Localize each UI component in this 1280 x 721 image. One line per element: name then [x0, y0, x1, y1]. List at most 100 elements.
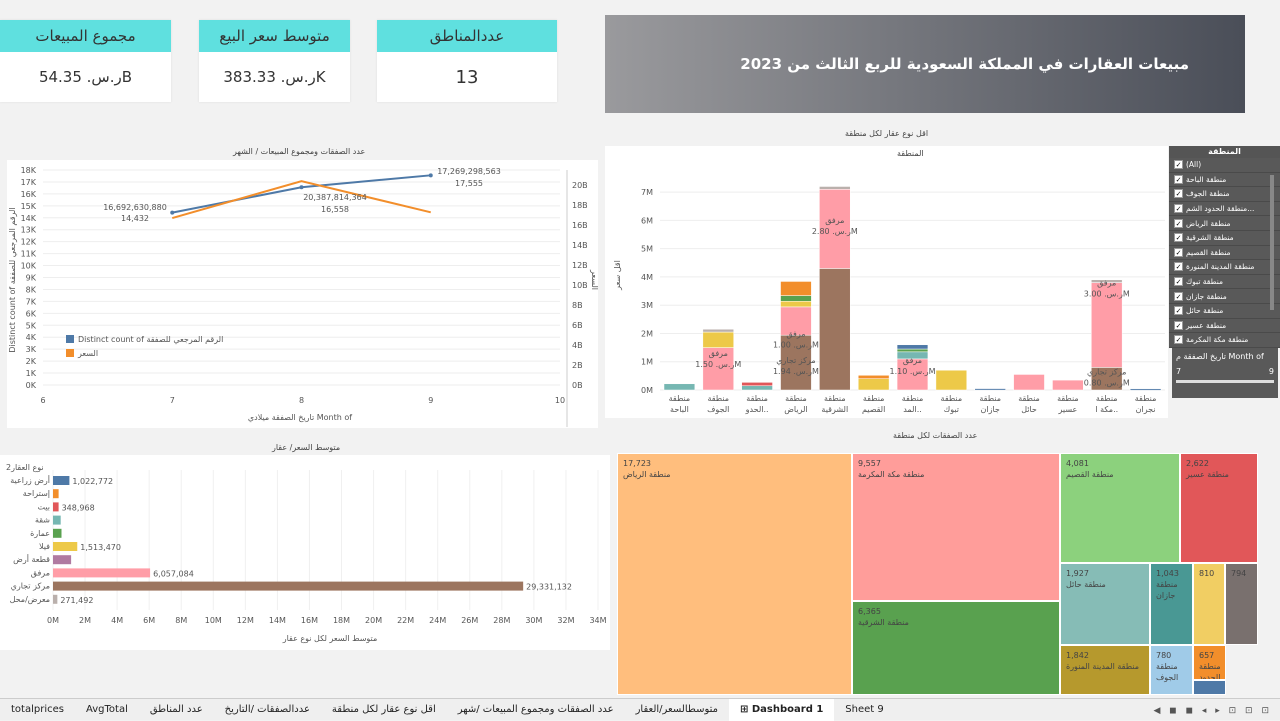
- filter-item[interactable]: ✓ منطقة الرياض: [1169, 216, 1280, 231]
- tab-nav-controls[interactable]: ◀ ◼ ◼ ◂ ▸ ⊡ ⊡ ⊡: [1153, 706, 1272, 716]
- treemap-cell[interactable]: 9,557 منطقة مكة المكرمة: [852, 453, 1060, 601]
- tab-7[interactable]: ⊞ Dashboard 1: [729, 698, 835, 721]
- x-tick-label: 16M: [301, 616, 318, 625]
- stacked-chart-outer-title: اقل نوع عقار لكل منطقة: [845, 129, 929, 138]
- kpi-region-count: عددالمناطق 13: [377, 20, 557, 102]
- tab-1[interactable]: AvgTotal: [75, 699, 139, 721]
- filter-item[interactable]: ✓ (All): [1169, 158, 1280, 173]
- filter-item[interactable]: ✓ منطقة جازان: [1169, 289, 1280, 304]
- checkbox-icon[interactable]: ✓: [1174, 291, 1183, 301]
- kpi-label: مجموع المبيعات: [0, 20, 171, 52]
- stacked-segment: [663, 383, 696, 391]
- category-label: قطعة أرض: [13, 554, 50, 564]
- filter-item-label: منطقة القصيم: [1186, 247, 1231, 257]
- region-label: مكة ا..: [1095, 405, 1118, 414]
- filter-list[interactable]: ✓ (All) ✓ منطقة الباحة ✓ منطقة الجوف ✓ منطقة ال…: [1169, 158, 1280, 348]
- filter-scrollbar[interactable]: [1270, 175, 1274, 310]
- bar-annotation-value: ر.س. 3.00M: [1084, 289, 1130, 298]
- filter-item-label: منطقة الحدود الشم...: [1186, 204, 1255, 214]
- region-label: نجران: [1136, 405, 1156, 414]
- treemap-cell[interactable]: 1,927 منطقة حائل: [1060, 563, 1150, 645]
- treemap-cell[interactable]: 657 منطقة الحدود: [1193, 645, 1226, 680]
- x-tick-label: 6M: [143, 616, 155, 625]
- filter-item[interactable]: ✓ منطقة القصيم: [1169, 245, 1280, 261]
- y-tick-label: 10K: [21, 262, 37, 271]
- checkbox-icon[interactable]: ✓: [1174, 247, 1183, 257]
- x-axis-label: متوسط السعر لكل نوع عقار: [282, 634, 378, 643]
- checkbox-icon[interactable]: ✓: [1174, 233, 1183, 243]
- checkbox-icon[interactable]: ✓: [1174, 174, 1183, 184]
- tab-6[interactable]: متوسطالسعر/العقار: [625, 699, 729, 721]
- region-treemap[interactable]: 17,723 منطقة الرياض 9,557 منطقة مكة المكرمة…: [617, 453, 1258, 695]
- filter-title: المنطقة: [1169, 146, 1280, 158]
- treemap-value: 6,365: [858, 607, 881, 616]
- filter-item-label: منطقة تبوك: [1186, 277, 1224, 287]
- treemap-value: 17,723: [623, 459, 651, 468]
- treemap-value: 1,927: [1066, 569, 1089, 578]
- data-label: 14,432: [121, 214, 149, 223]
- y2-tick-label: 10B: [572, 281, 588, 290]
- treemap-cell[interactable]: 1,842 منطقة المدينة المنورة: [1060, 645, 1150, 695]
- line-chart-title: عدد الصفقات ومجموع المبيعات / الشهر: [233, 147, 366, 156]
- treemap-cell[interactable]: [1193, 680, 1226, 695]
- date-filter[interactable]: تاريخ الصفقة م Month of 7 9: [1172, 348, 1278, 398]
- region-filter[interactable]: المنطقة ✓ (All) ✓ منطقة الباحة ✓ منطقة الجوف ✓…: [1169, 146, 1280, 348]
- bar-annotation-value: ر.س. 0.80M: [1084, 378, 1130, 387]
- tab-0[interactable]: totalprices: [0, 699, 75, 721]
- filter-item[interactable]: ✓ منطقة المدينة المنورة: [1169, 260, 1280, 275]
- checkbox-icon[interactable]: ✓: [1174, 306, 1183, 316]
- tab-5[interactable]: عدد الصفقات ومجموع المبيعات /شهر: [447, 699, 625, 721]
- treemap-cell[interactable]: 794: [1225, 563, 1258, 645]
- kpi-value: ر.س. 54.35B: [38, 68, 133, 86]
- tab-3[interactable]: عددالصفقات /التاريخ: [214, 699, 321, 721]
- y-tick-label: 8K: [26, 285, 37, 294]
- category-label: مرفق: [31, 568, 50, 577]
- filter-item[interactable]: ✓ منطقة الباحة: [1169, 172, 1280, 188]
- treemap-cell[interactable]: 4,081 منطقة القصيم: [1060, 453, 1180, 563]
- region-label: عسير: [1058, 405, 1078, 414]
- checkbox-icon[interactable]: ✓: [1174, 277, 1183, 287]
- filter-item[interactable]: ✓ منطقة مكة المكرمة: [1169, 333, 1280, 348]
- treemap-value: 1,043: [1156, 569, 1179, 578]
- treemap-cell[interactable]: 810: [1193, 563, 1225, 645]
- bar: [53, 476, 70, 485]
- bar-annotation: مرفق: [709, 349, 728, 358]
- treemap-cell[interactable]: 6,365 منطقة الشرقية: [852, 601, 1060, 695]
- line-chart[interactable]: 18K 17K 16K 15K 14K 13K 12K 11K 10K 9K 8K 7K 6K 5K 4K 3…: [0, 160, 600, 430]
- checkbox-icon[interactable]: ✓: [1174, 218, 1183, 228]
- checkbox-icon[interactable]: ✓: [1174, 160, 1183, 170]
- filter-item[interactable]: ✓ منطقة الجوف: [1169, 187, 1280, 202]
- filter-item-label: منطقة جازان: [1186, 291, 1227, 301]
- x-tick-label: 26M: [461, 616, 478, 625]
- filter-item-label: منطقة مكة المكرمة: [1186, 335, 1249, 345]
- checkbox-icon[interactable]: ✓: [1174, 320, 1183, 330]
- treemap-cell[interactable]: 780 منطقة الجوف: [1150, 645, 1193, 695]
- filter-item-label: منطقة المدينة المنورة: [1186, 262, 1255, 272]
- filter-item[interactable]: ✓ منطقة حائل: [1169, 303, 1280, 319]
- filter-item[interactable]: ✓ منطقة الحدود الشم...: [1169, 201, 1280, 217]
- treemap-cell[interactable]: 17,723 منطقة الرياض: [617, 453, 852, 695]
- stacked-bar-chart[interactable]: 7M 6M 5M 4M 3M 2M 1M 0M اقل سعر منطقة الباحة منطقة ا…: [605, 160, 1168, 418]
- bar: [53, 555, 72, 565]
- filter-item[interactable]: ✓ منطقة تبوك: [1169, 274, 1280, 290]
- filter-item[interactable]: ✓ منطقة عسير: [1169, 318, 1280, 334]
- bar-annotation-value: ر.س. 1.10M: [890, 367, 936, 376]
- checkbox-icon[interactable]: ✓: [1174, 335, 1183, 345]
- date-slider[interactable]: [1176, 380, 1274, 383]
- treemap-cell[interactable]: 2,622 منطقة عسير: [1180, 453, 1258, 563]
- x-tick-label: 8M: [175, 616, 187, 625]
- checkbox-icon[interactable]: ✓: [1174, 189, 1183, 199]
- bar-chart-title: متوسط السعر/ عقار: [272, 443, 341, 452]
- checkbox-icon[interactable]: ✓: [1174, 204, 1183, 214]
- tab-2[interactable]: عدد المناطق: [139, 699, 214, 721]
- value-label: 1,513,470: [80, 543, 121, 552]
- tab-8[interactable]: Sheet 9: [834, 699, 894, 721]
- y-tick-label: 7M: [641, 188, 653, 197]
- avg-price-bar-chart[interactable]: 0M 2M 4M 6M 8M 10M 12M 14M 16M 18M 20M 22M 24M 26M 28M…: [0, 455, 612, 650]
- treemap-cell[interactable]: 1,043 منطقة جازان: [1150, 563, 1193, 645]
- checkbox-icon[interactable]: ✓: [1174, 262, 1183, 272]
- x-tick-label: 4M: [111, 616, 123, 625]
- filter-item[interactable]: ✓ منطقة الشرقية: [1169, 230, 1280, 246]
- y-tick-label: 18K: [21, 166, 37, 175]
- tab-4[interactable]: اقل نوع عقار لكل منطقة: [321, 699, 447, 721]
